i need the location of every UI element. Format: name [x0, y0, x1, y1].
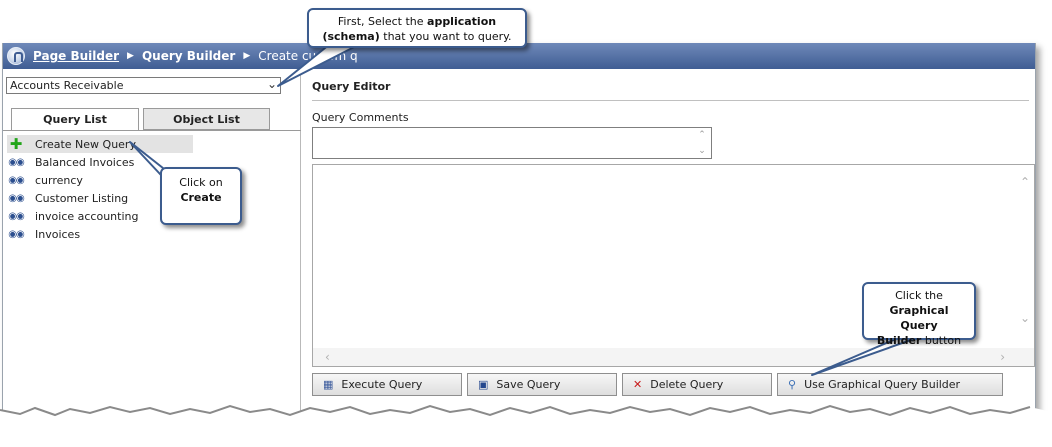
editor-title: Query Editor: [312, 80, 391, 93]
binoculars-icon: ◉◉: [8, 192, 24, 204]
comments-scrollbar[interactable]: ⌃ ⌄: [695, 130, 709, 156]
callout-text-bold: (schema): [322, 30, 380, 43]
horizontal-scrollbar[interactable]: ‹ ›: [313, 348, 1017, 366]
list-item[interactable]: ◉◉ Balanced Invoices: [7, 153, 297, 171]
query-editor-panel: Query Editor Query Comments ⌃ ⌄ ⌃ ⌄ ‹ › …: [302, 69, 1035, 447]
breadcrumb-arrow-icon: ▶: [243, 51, 251, 61]
schema-select-value: Accounts Receivable: [10, 79, 124, 92]
list-item-label: Balanced Invoices: [35, 155, 135, 169]
callout-text: button: [921, 334, 962, 347]
table-grid-icon: ▦: [323, 378, 334, 391]
breadcrumb-arrow-icon: ▶: [127, 51, 134, 61]
callout-graphical-builder: Click the Graphical Query Builder button: [862, 282, 976, 347]
list-item[interactable]: ◉◉ currency: [7, 171, 297, 189]
execute-query-label: Execute Query: [341, 378, 423, 391]
callout-text: First, Select the: [337, 15, 428, 28]
breadcrumb-page-builder[interactable]: Page Builder: [33, 49, 119, 63]
vertical-scrollbar[interactable]: ⌃ ⌄: [1016, 165, 1034, 345]
scroll-up-icon[interactable]: ⌃: [698, 130, 706, 140]
delete-x-icon: ✕: [633, 378, 643, 391]
callout-text-bold: Create: [180, 191, 222, 204]
delete-query-label: Delete Query: [650, 378, 724, 391]
plus-icon: ✚: [9, 135, 23, 153]
binoculars-icon: ◉◉: [8, 156, 24, 168]
torn-edge: [0, 404, 1052, 447]
list-item-label: currency: [35, 173, 83, 187]
list-item-label: Create New Query: [35, 137, 136, 151]
list-tabs: Query List Object List: [11, 108, 274, 131]
save-query-button[interactable]: ▣ Save Query: [467, 373, 617, 396]
scrollbar-corner: [1016, 348, 1034, 366]
delete-query-button[interactable]: ✕ Delete Query: [622, 373, 772, 396]
list-item-label: Customer Listing: [35, 191, 129, 205]
execute-query-button[interactable]: ▦ Execute Query: [312, 373, 462, 396]
schema-select[interactable]: Accounts Receivable ⌄: [6, 77, 281, 94]
list-item[interactable]: ◉◉ Invoices: [7, 225, 297, 243]
scroll-down-icon[interactable]: ⌄: [698, 146, 706, 156]
breadcrumb-create-custom: Create custom q: [258, 49, 358, 63]
graphical-query-builder-label: Use Graphical Query Builder: [804, 378, 961, 391]
comments-label: Query Comments: [312, 111, 409, 124]
query-comments-input[interactable]: ⌃ ⌄: [312, 127, 712, 159]
app-logo-icon: [7, 47, 25, 65]
binoculars-icon: ◉◉: [8, 228, 24, 240]
list-item[interactable]: ◉◉ Customer Listing: [7, 189, 297, 207]
scroll-up-icon[interactable]: ⌃: [1020, 175, 1030, 189]
scroll-down-icon[interactable]: ⌄: [1020, 311, 1030, 325]
floppy-disk-icon: ▣: [478, 378, 489, 391]
graphical-query-builder-button[interactable]: ⚲ Use Graphical Query Builder: [777, 373, 1003, 396]
callout-text-bold: Builder: [876, 334, 922, 347]
callout-text-bold: application: [427, 15, 497, 28]
callout-click-create: Click on Create: [160, 167, 242, 225]
list-item[interactable]: ◉◉ invoice accounting: [7, 207, 297, 225]
binoculars-icon: ◉◉: [8, 210, 24, 222]
scroll-left-icon[interactable]: ‹: [325, 350, 330, 364]
list-item-create-new-query[interactable]: ✚ Create New Query: [7, 135, 193, 153]
callout-select-schema: First, Select the application (schema) t…: [307, 8, 527, 48]
tab-divider: [3, 130, 301, 131]
binoculars-icon: ◉◉: [8, 174, 24, 186]
callout-text-bold: Graphical Query: [889, 304, 949, 332]
chevron-down-icon[interactable]: ⌄: [267, 78, 277, 91]
query-builder-window: Page Builder ▶ Query Builder ▶ Create cu…: [2, 43, 1036, 447]
callout-text: Click on: [179, 176, 223, 189]
list-item-label: Invoices: [35, 227, 81, 241]
callout-text: that you want to query.: [379, 30, 512, 43]
save-query-label: Save Query: [496, 378, 561, 391]
tab-object-list[interactable]: Object List: [143, 108, 270, 130]
callout-text: Click the: [895, 289, 943, 302]
breadcrumb-query-builder: Query Builder: [141, 49, 236, 63]
editor-divider: [312, 100, 1029, 101]
list-item-label: invoice accounting: [35, 209, 139, 223]
magnifier-icon: ⚲: [788, 378, 797, 391]
scroll-right-icon[interactable]: ›: [1000, 350, 1005, 364]
left-panel: Accounts Receivable ⌄ Query List Object …: [3, 69, 301, 447]
query-list: ✚ Create New Query ◉◉ Balanced Invoices …: [7, 135, 297, 243]
tab-query-list[interactable]: Query List: [11, 108, 139, 131]
